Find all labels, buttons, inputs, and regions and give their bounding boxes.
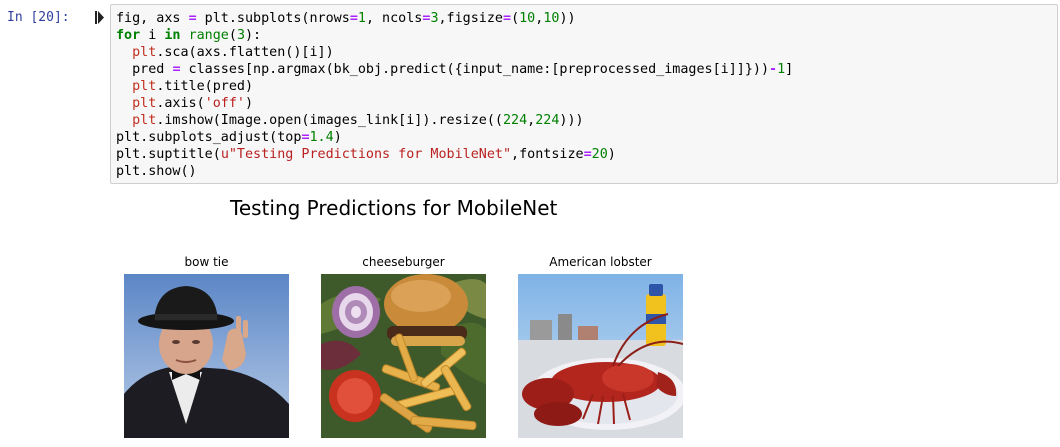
subplot-image-cheeseburger: [321, 274, 486, 438]
man-in-bowler-hat-image: [124, 274, 289, 438]
code-line-2: for i in range(3):: [116, 28, 262, 43]
code-line-10: plt.show(): [116, 164, 197, 179]
cooked-lobster-on-plate-image: [518, 274, 683, 438]
code-line-8: plt.subplots_adjust(top=1.4): [116, 130, 342, 145]
subplot-image-bow-tie: [124, 274, 289, 438]
code-cell[interactable]: fig, axs = plt.subplots(nrows=1, ncols=3…: [110, 4, 1058, 184]
code-line-9: plt.suptitle(u"Testing Predictions for M…: [116, 147, 616, 162]
subplot-image-american-lobster: [518, 274, 683, 438]
code-line-7: plt.imshow(Image.open(images_link[i]).re…: [132, 113, 584, 128]
figure-suptitle: Testing Predictions for MobileNet: [230, 196, 558, 220]
cell-prompt: In [20]:: [7, 10, 70, 25]
subplot-title-1: bow tie: [184, 255, 229, 269]
code-line-3: plt.sca(axs.flatten()[i]): [132, 45, 334, 60]
subplot-title-2: cheeseburger: [362, 255, 445, 269]
code-line-5: plt.title(pred): [132, 79, 254, 94]
code-line-1: fig, axs = plt.subplots(nrows=1, ncols=3…: [116, 11, 576, 26]
subplot-title-3: American lobster: [549, 255, 652, 269]
run-indicator-icon[interactable]: [95, 11, 104, 24]
code-editor[interactable]: fig, axs = plt.subplots(nrows=1, ncols=3…: [116, 10, 793, 180]
code-line-6: plt.axis('off'): [132, 96, 254, 111]
cell-output: Testing Predictions for MobileNet bow ti…: [0, 188, 1060, 447]
cheeseburger-with-fries-image: [321, 274, 486, 438]
code-line-4: pred = classes[np.argmax(bk_obj.predict(…: [116, 62, 794, 77]
